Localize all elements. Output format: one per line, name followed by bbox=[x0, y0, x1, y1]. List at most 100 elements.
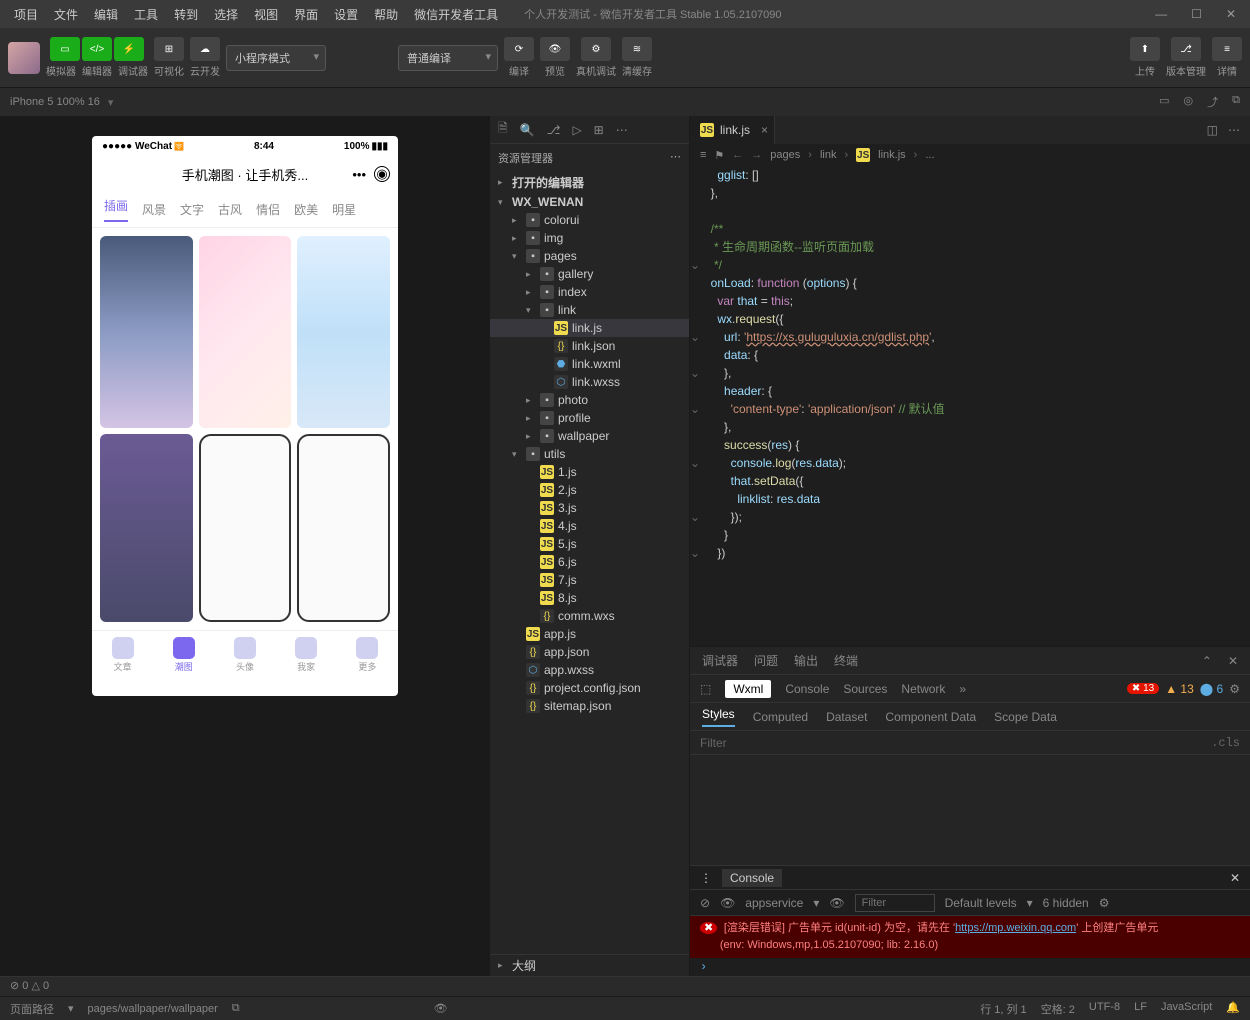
styles-tab[interactable]: Styles bbox=[702, 707, 735, 727]
wallpaper-thumb[interactable] bbox=[199, 236, 292, 428]
tab-item[interactable]: 欧美 bbox=[294, 201, 318, 218]
maximize-icon[interactable]: ☐ bbox=[1185, 5, 1208, 23]
tree-node[interactable]: ▸▪colorui bbox=[490, 211, 689, 229]
tree-node[interactable]: ⬡link.wxss bbox=[490, 373, 689, 391]
indent-label[interactable]: 空格: 2 bbox=[1041, 1001, 1075, 1017]
files-icon[interactable]: 🗎 bbox=[498, 119, 508, 140]
tree-node[interactable]: ⬡app.wxss bbox=[490, 661, 689, 679]
outline-label[interactable]: 大纲 bbox=[512, 957, 536, 974]
error-link[interactable]: https://mp.weixin.qq.com bbox=[955, 922, 1076, 934]
tree-node[interactable]: ▸▪gallery bbox=[490, 265, 689, 283]
menu-item[interactable]: 编辑 bbox=[88, 4, 124, 25]
close-icon[interactable]: ✕ bbox=[1228, 654, 1238, 668]
debug-icon[interactable]: ▷ bbox=[572, 123, 581, 137]
upload-button[interactable]: ⬆ bbox=[1130, 37, 1160, 61]
nav-item[interactable]: 文章 bbox=[112, 637, 134, 673]
tree-node[interactable]: JSlink.js bbox=[490, 319, 689, 337]
sources-tab[interactable]: Sources bbox=[843, 682, 887, 696]
tree-node[interactable]: {}comm.wxs bbox=[490, 607, 689, 625]
share-icon[interactable]: ⤴ bbox=[1207, 94, 1218, 110]
search-icon[interactable]: 🔍 bbox=[520, 123, 535, 137]
problems-tab[interactable]: 问题 bbox=[754, 652, 778, 669]
cursor-pos[interactable]: 行 1, 列 1 bbox=[980, 1001, 1026, 1017]
language-label[interactable]: JavaScript bbox=[1161, 1001, 1212, 1017]
device-icon[interactable]: ▭ bbox=[1159, 94, 1169, 110]
mode-select[interactable]: 小程序模式 bbox=[226, 45, 326, 71]
levels-select[interactable]: Default levels bbox=[945, 896, 1017, 910]
branch-icon[interactable]: ⎇ bbox=[547, 123, 561, 137]
wallpaper-thumb[interactable] bbox=[100, 236, 193, 428]
debugger-tab[interactable]: 调试器 bbox=[702, 652, 738, 669]
tree-node[interactable]: ▸▪profile bbox=[490, 409, 689, 427]
code-area[interactable]: gglist: [] }, /** * 生命周期函数--监听页面加载 */ on… bbox=[704, 166, 1250, 646]
wxml-tab[interactable]: Wxml bbox=[725, 680, 771, 698]
menu-item[interactable]: 帮助 bbox=[368, 4, 404, 25]
preview-button[interactable]: 👁 bbox=[540, 37, 570, 61]
more-icon[interactable]: ⋯ bbox=[670, 150, 681, 166]
avatar[interactable] bbox=[8, 42, 40, 74]
cls-toggle[interactable]: .cls bbox=[1211, 736, 1240, 750]
wallpaper-thumb[interactable] bbox=[100, 434, 193, 622]
wallpaper-thumb[interactable] bbox=[297, 236, 390, 428]
more-icon[interactable]: ••• bbox=[352, 167, 366, 182]
menu-item[interactable]: 选择 bbox=[208, 4, 244, 25]
encoding-label[interactable]: UTF-8 bbox=[1089, 1001, 1120, 1017]
tree-node[interactable]: ▾WX_WENAN bbox=[490, 193, 689, 211]
tree-node[interactable]: ▸▪photo bbox=[490, 391, 689, 409]
nav-item[interactable]: 潮图 bbox=[173, 637, 195, 673]
ext-icon[interactable]: ⊞ bbox=[594, 123, 604, 137]
menu-item[interactable]: 微信开发者工具 bbox=[408, 4, 504, 25]
cloud-button[interactable]: ☁ bbox=[190, 37, 220, 61]
tree-node[interactable]: ▸▪wallpaper bbox=[490, 427, 689, 445]
target-icon[interactable]: ◉ bbox=[374, 166, 390, 182]
error-badge[interactable]: ✖ 13 bbox=[1127, 683, 1159, 694]
visual-button[interactable]: ⊞ bbox=[154, 37, 184, 61]
nav-item[interactable]: 我家 bbox=[295, 637, 317, 673]
bookmark-icon[interactable]: ⚑ bbox=[714, 149, 724, 162]
tree-node[interactable]: JS8.js bbox=[490, 589, 689, 607]
tab-item[interactable]: 古风 bbox=[218, 201, 242, 218]
editor-button[interactable]: </> bbox=[82, 37, 112, 61]
copy-icon[interactable]: ⧉ bbox=[1232, 94, 1240, 110]
output-tab[interactable]: 输出 bbox=[794, 652, 818, 669]
version-button[interactable]: ⎇ bbox=[1171, 37, 1201, 61]
chevron-up-icon[interactable]: ⌃ bbox=[1202, 654, 1212, 668]
gear-icon[interactable]: ⚙ bbox=[1229, 682, 1240, 696]
menu-item[interactable]: 文件 bbox=[48, 4, 84, 25]
close-icon[interactable]: ✕ bbox=[1220, 5, 1242, 23]
menu-item[interactable]: 项目 bbox=[8, 4, 44, 25]
nav-item[interactable]: 更多 bbox=[356, 637, 378, 673]
tree-node[interactable]: {}project.config.json bbox=[490, 679, 689, 697]
eye-icon[interactable]: 👁 bbox=[829, 896, 844, 910]
bell-icon[interactable]: 🔔 bbox=[1226, 1001, 1240, 1017]
tree-node[interactable]: JS6.js bbox=[490, 553, 689, 571]
menu-item[interactable]: 视图 bbox=[248, 4, 284, 25]
eye-icon[interactable]: 👁 bbox=[720, 896, 735, 910]
tree-node[interactable]: JS2.js bbox=[490, 481, 689, 499]
more-icon[interactable]: ⋯ bbox=[616, 123, 628, 137]
tab-item[interactable]: 明星 bbox=[332, 201, 356, 218]
debugger-button[interactable]: ⚡ bbox=[114, 37, 144, 61]
breadcrumb[interactable]: ≡ ⚑ ←→ pages› link› JSlink.js› ... bbox=[690, 144, 1250, 166]
component-data-tab[interactable]: Component Data bbox=[885, 710, 976, 724]
tree-node[interactable]: ⬣link.wxml bbox=[490, 355, 689, 373]
remote-debug-button[interactable]: ⚙ bbox=[581, 37, 611, 61]
path-value[interactable]: pages/wallpaper/wallpaper bbox=[88, 1003, 218, 1015]
compile-button[interactable]: ⟳ bbox=[504, 37, 534, 61]
console-prompt[interactable]: › bbox=[690, 958, 1250, 976]
filter-input[interactable]: Filter bbox=[700, 736, 727, 750]
copy-icon[interactable]: ⧉ bbox=[232, 1002, 240, 1015]
compile-select[interactable]: 普通编译 bbox=[398, 45, 498, 71]
info-badge[interactable]: ⬤ 6 bbox=[1200, 682, 1223, 696]
close-icon[interactable]: × bbox=[761, 123, 768, 137]
tree-node[interactable]: JS7.js bbox=[490, 571, 689, 589]
menu-item[interactable]: 设置 bbox=[328, 4, 364, 25]
clear-icon[interactable]: ⊘ bbox=[700, 896, 710, 910]
tree-node[interactable]: JS4.js bbox=[490, 517, 689, 535]
editor-tab[interactable]: JSlink.js× bbox=[690, 116, 775, 144]
computed-tab[interactable]: Computed bbox=[753, 710, 808, 724]
simulator-button[interactable]: ▭ bbox=[50, 37, 80, 61]
wallpaper-thumb[interactable] bbox=[199, 434, 292, 622]
scope-data-tab[interactable]: Scope Data bbox=[994, 710, 1057, 724]
tree-node[interactable]: JS1.js bbox=[490, 463, 689, 481]
